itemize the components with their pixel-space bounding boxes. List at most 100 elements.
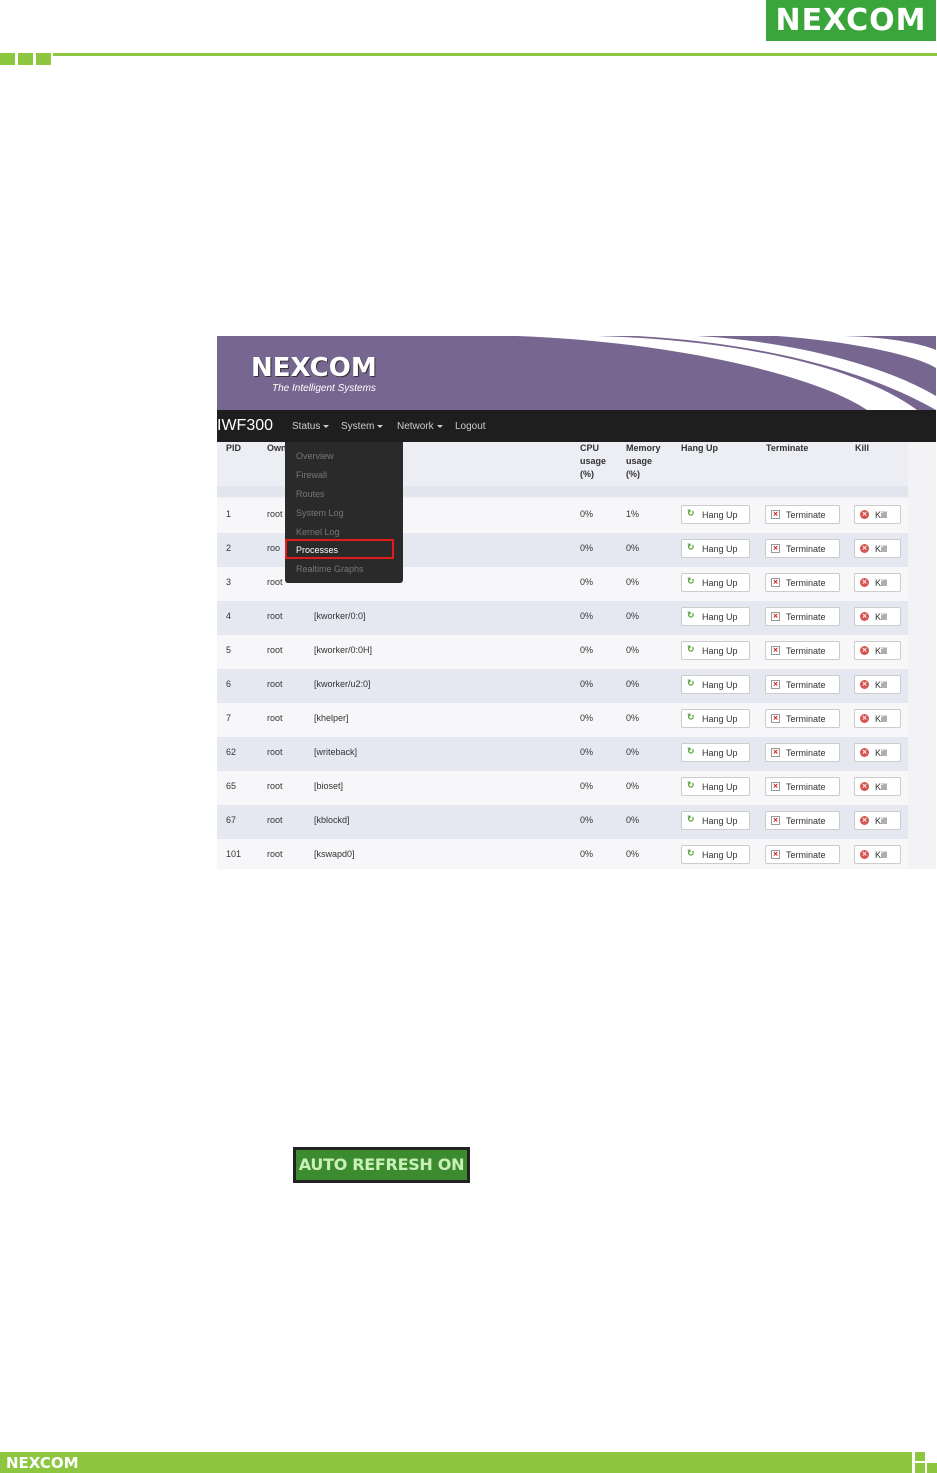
hang-up-button[interactable]: ↻ Hang Up — [681, 709, 750, 728]
terminate-x-icon: × — [771, 544, 780, 553]
hang-up-button[interactable]: ↻ Hang Up — [681, 743, 750, 762]
nav-status[interactable]: Status — [292, 421, 330, 433]
refresh-icon: ↻ — [687, 611, 695, 621]
nav-system[interactable]: System — [341, 421, 384, 433]
hang-up-button[interactable]: ↻ Hang Up — [681, 845, 750, 864]
cell-command: [bioset] — [314, 781, 344, 791]
kill-circle-icon: × — [860, 578, 869, 587]
cell-memory: 0% — [626, 543, 640, 553]
hang-up-button-label: Hang Up — [702, 612, 738, 622]
menu-item-realtime-graphs[interactable]: Realtime Graphs — [296, 563, 364, 575]
auto-refresh-badge: AUTO REFRESH ON — [293, 1147, 470, 1183]
terminate-x-icon: × — [771, 612, 780, 621]
kill-button[interactable]: × Kill — [854, 641, 901, 660]
table-row: 5 root [kworker/0:0H] 0% 0% ↻ Hang Up × Terminat… — [217, 635, 908, 669]
cell-cpu: 0% — [580, 611, 594, 621]
refresh-icon: ↻ — [687, 543, 695, 553]
terminate-button[interactable]: × Terminate — [765, 675, 840, 694]
nav-brand[interactable]: IWF300 — [217, 417, 273, 435]
kill-button[interactable]: × Kill — [854, 573, 901, 592]
terminate-x-icon: × — [771, 850, 780, 859]
hang-up-button[interactable]: ↻ Hang Up — [681, 777, 750, 796]
cell-cpu: 0% — [580, 543, 594, 553]
kill-button[interactable]: × Kill — [854, 811, 901, 830]
kill-button[interactable]: × Kill — [854, 743, 901, 762]
hang-up-button[interactable]: ↻ Hang Up — [681, 811, 750, 830]
cell-owner: root — [267, 611, 283, 621]
kill-button-label: Kill — [875, 680, 888, 690]
footer-bar — [0, 1452, 912, 1473]
kill-circle-icon: × — [860, 850, 869, 859]
terminate-button[interactable]: × Terminate — [765, 743, 840, 762]
banner-tagline: The Intelligent Systems — [272, 383, 376, 394]
refresh-icon: ↻ — [687, 509, 695, 519]
hang-up-button-label: Hang Up — [702, 680, 738, 690]
cell-owner: root — [267, 713, 283, 723]
hang-up-button[interactable]: ↻ Hang Up — [681, 539, 750, 558]
menu-item-firewall[interactable]: Firewall — [296, 469, 327, 481]
hang-up-button[interactable]: ↻ Hang Up — [681, 505, 750, 524]
hang-up-button-label: Hang Up — [702, 544, 738, 554]
kill-button[interactable]: × Kill — [854, 539, 901, 558]
terminate-button-label: Terminate — [786, 612, 826, 622]
terminate-button[interactable]: × Terminate — [765, 505, 840, 524]
cell-pid: 7 — [226, 713, 232, 723]
refresh-icon: ↻ — [687, 577, 695, 587]
cell-pid: 62 — [226, 747, 237, 757]
nexcom-logo: NEXCOM — [766, 0, 936, 41]
nav-network[interactable]: Network — [397, 421, 443, 433]
footer-corner-mark — [915, 1452, 937, 1473]
kill-button[interactable]: × Kill — [854, 777, 901, 796]
th-owner: Own — [267, 443, 287, 453]
menu-item-overview[interactable]: Overview — [296, 450, 334, 462]
header-square — [18, 53, 33, 65]
cell-owner: root — [267, 645, 283, 655]
hang-up-button[interactable]: ↻ Hang Up — [681, 607, 750, 626]
terminate-x-icon: × — [771, 578, 780, 587]
kill-button[interactable]: × Kill — [854, 675, 901, 694]
terminate-button-label: Terminate — [786, 782, 826, 792]
banner-logo: NEXCOM — [251, 353, 377, 383]
refresh-icon: ↻ — [687, 713, 695, 723]
cell-owner: root — [267, 747, 283, 757]
cell-memory: 0% — [626, 611, 640, 621]
th-hangup: Hang Up — [681, 443, 718, 453]
terminate-button[interactable]: × Terminate — [765, 845, 840, 864]
hang-up-button-label: Hang Up — [702, 714, 738, 724]
cell-pid: 65 — [226, 781, 237, 791]
terminate-button-label: Terminate — [786, 510, 826, 520]
terminate-button[interactable]: × Terminate — [765, 777, 840, 796]
kill-button[interactable]: × Kill — [854, 505, 901, 524]
terminate-button[interactable]: × Terminate — [765, 641, 840, 660]
kill-button[interactable]: × Kill — [854, 845, 901, 864]
hang-up-button[interactable]: ↻ Hang Up — [681, 675, 750, 694]
cell-cpu: 0% — [580, 849, 594, 859]
auto-refresh-label[interactable]: AUTO REFRESH ON — [296, 1150, 467, 1180]
terminate-button-label: Terminate — [786, 714, 826, 724]
terminate-button[interactable]: × Terminate — [765, 539, 840, 558]
terminate-button[interactable]: × Terminate — [765, 607, 840, 626]
kill-button[interactable]: × Kill — [854, 607, 901, 626]
processes-highlight-box — [285, 539, 394, 559]
menu-item-system-log[interactable]: System Log — [296, 507, 344, 519]
kill-button[interactable]: × Kill — [854, 709, 901, 728]
terminate-button[interactable]: × Terminate — [765, 573, 840, 592]
refresh-icon: ↻ — [687, 679, 695, 689]
terminate-button[interactable]: × Terminate — [765, 811, 840, 830]
terminate-x-icon: × — [771, 714, 780, 723]
terminate-button[interactable]: × Terminate — [765, 709, 840, 728]
cell-memory: 0% — [626, 781, 640, 791]
terminate-x-icon: × — [771, 816, 780, 825]
terminate-button-label: Terminate — [786, 646, 826, 656]
menu-item-kernel-log[interactable]: Kernel Log — [296, 526, 340, 538]
nav-logout[interactable]: Logout — [455, 421, 486, 433]
hang-up-button[interactable]: ↻ Hang Up — [681, 573, 750, 592]
header-square — [0, 53, 15, 65]
status-dropdown-menu: Overview Firewall Routes System Log Kern… — [285, 442, 403, 583]
th-memory: Memory usage (%) — [626, 443, 661, 479]
refresh-icon: ↻ — [687, 645, 695, 655]
hang-up-button[interactable]: ↻ Hang Up — [681, 641, 750, 660]
menu-item-routes[interactable]: Routes — [296, 488, 325, 500]
cell-owner: root — [267, 815, 283, 825]
cell-cpu: 0% — [580, 747, 594, 757]
